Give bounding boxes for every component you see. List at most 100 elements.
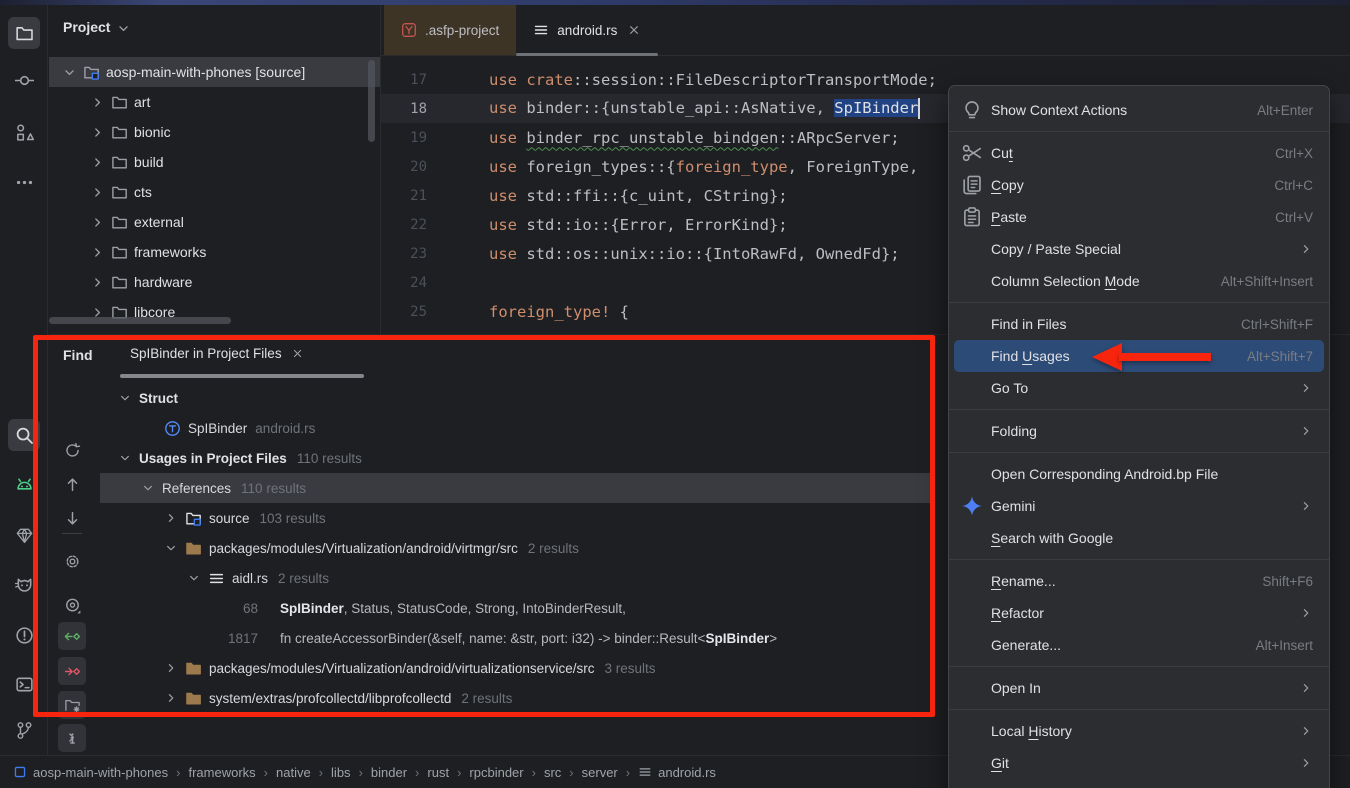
project-panel-header[interactable]: Project — [49, 5, 380, 49]
lightbulb-icon — [961, 101, 983, 119]
logcat-tool-button[interactable] — [8, 469, 40, 501]
menu-item-label: Gemini — [991, 498, 1035, 514]
code-token: foreign_type! — [489, 303, 610, 321]
chevron-right-icon[interactable] — [64, 730, 79, 745]
profiler-tool-button[interactable] — [8, 569, 40, 601]
menu-item-rename[interactable]: Rename...Shift+F6 — [949, 565, 1329, 597]
project-tree-row-cts[interactable]: cts — [49, 177, 380, 207]
code-token: use — [489, 245, 517, 263]
code-token: use — [489, 99, 517, 117]
result-node-label: system/extras/profcollectd/libprofcollec… — [209, 691, 451, 706]
app-quality-insights-tool-button[interactable] — [8, 519, 40, 551]
tab-android-rs[interactable]: android.rs — [516, 5, 658, 55]
breadcrumb-item-rust[interactable]: rust — [427, 765, 449, 780]
problems-tool-button[interactable] — [8, 619, 40, 651]
preview-usages-button[interactable] — [58, 591, 86, 619]
breadcrumb-label: frameworks — [188, 765, 255, 780]
menu-item-generate[interactable]: Generate...Alt+Insert — [949, 629, 1329, 661]
project-vertical-scrollbar[interactable] — [368, 60, 375, 142]
tree-item-label: external — [134, 214, 184, 230]
version-control-tool-button[interactable] — [8, 714, 40, 746]
menu-item-paste[interactable]: PasteCtrl+V — [949, 201, 1329, 233]
menu-item-local-history[interactable]: Local History — [949, 715, 1329, 747]
find-result-row[interactable]: packages/modules/Virtualization/android/… — [100, 533, 935, 563]
next-occurrence-button[interactable] — [58, 504, 86, 532]
folder-icon — [111, 124, 128, 141]
structure-tool-button[interactable] — [8, 116, 40, 148]
breadcrumb-item-frameworks[interactable]: frameworks — [188, 765, 255, 780]
breadcrumb-item-native[interactable]: native — [276, 765, 311, 780]
menu-separator — [949, 131, 1329, 132]
breadcrumb-item-rpcbinder[interactable]: rpcbinder — [469, 765, 523, 780]
menu-item-open-in[interactable]: Open In — [949, 672, 1329, 704]
project-tree-row-art[interactable]: art — [49, 87, 380, 117]
find-result-row[interactable]: Struct — [100, 383, 935, 413]
project-tree-row-aosp-main-with-phones-source[interactable]: aosp-main-with-phones [source] — [49, 57, 380, 87]
close-icon[interactable] — [291, 347, 304, 360]
find-result-row[interactable]: source103 results — [100, 503, 935, 533]
menu-item-go-to[interactable]: Go To — [949, 372, 1329, 404]
commit-tool-button[interactable] — [8, 64, 40, 96]
previous-usage-button[interactable] — [58, 622, 86, 650]
project-tree-row-bionic[interactable]: bionic — [49, 117, 380, 147]
find-results-tab[interactable]: SpIBinder in Project Files — [130, 346, 304, 361]
menu-item-refactor[interactable]: Refactor — [949, 597, 1329, 629]
breadcrumb-item-server[interactable]: server — [582, 765, 618, 780]
menu-item-copy[interactable]: CopyCtrl+C — [949, 169, 1329, 201]
find-result-row[interactable]: References110 results — [100, 473, 935, 503]
breadcrumb-item-src[interactable]: src — [544, 765, 561, 780]
project-tree-row-external[interactable]: external — [49, 207, 380, 237]
menu-item-cut[interactable]: CutCtrl+X — [949, 137, 1329, 169]
menu-item-show-context-actions[interactable]: Show Context ActionsAlt+Enter — [949, 94, 1329, 126]
find-result-row[interactable]: 1817fn createAccessorBinder(&self, name:… — [100, 623, 935, 653]
menu-item-folding[interactable]: Folding — [949, 415, 1329, 447]
code-token: foreign_type — [676, 158, 788, 176]
find-result-row[interactable]: packages/modules/Virtualization/android/… — [100, 653, 935, 683]
settings-button[interactable] — [58, 547, 86, 575]
find-result-row[interactable]: SpIBinder android.rs — [100, 413, 935, 443]
project-tool-button[interactable] — [8, 17, 40, 49]
menu-item-open-corresponding-android-bp-file[interactable]: Open Corresponding Android.bp File — [949, 458, 1329, 490]
open-in-new-tab-button[interactable] — [58, 691, 86, 719]
menu-item-label: Rename... — [991, 573, 1056, 589]
rerun-search-button[interactable] — [58, 436, 86, 464]
menu-shortcut: Alt+Shift+Insert — [1221, 274, 1313, 289]
result-node-label: SpIBinder — [188, 421, 247, 436]
project-horizontal-scrollbar[interactable] — [49, 317, 231, 324]
menu-item-find-usages[interactable]: Find UsagesAlt+Shift+7 — [954, 340, 1324, 372]
submenu-arrow-icon — [1299, 424, 1313, 438]
menu-item-label: Open In — [991, 680, 1041, 696]
breadcrumb-item-binder[interactable]: binder — [371, 765, 407, 780]
terminal-tool-button[interactable] — [8, 668, 40, 700]
project-panel-title: Project — [63, 19, 110, 35]
breadcrumb-item-aosp-main-with-phones[interactable]: aosp-main-with-phones — [13, 765, 168, 780]
menu-item-search-with-google[interactable]: Search with Google — [949, 522, 1329, 554]
find-result-row[interactable]: 68SpIBinder, Status, StatusCode, Strong,… — [100, 593, 935, 623]
tab-asfp-project[interactable]: .asfp-project — [384, 5, 516, 55]
breadcrumb-item-android-rs[interactable]: android.rs — [638, 765, 716, 780]
search-tool-button[interactable] — [8, 419, 40, 451]
find-result-row[interactable]: Usages in Project Files110 results — [100, 443, 935, 473]
result-file-meta: android.rs — [255, 421, 315, 436]
find-toolbar — [49, 381, 96, 755]
menu-separator — [949, 409, 1329, 410]
result-count: 110 results — [297, 451, 362, 466]
menu-item-copy-paste-special[interactable]: Copy / Paste Special — [949, 233, 1329, 265]
next-usage-button[interactable] — [58, 657, 86, 685]
find-result-row[interactable]: aidl.rs2 results — [100, 563, 935, 593]
find-result-row[interactable]: system/extras/profcollectd/libprofcollec… — [100, 683, 935, 713]
previous-occurrence-button[interactable] — [58, 470, 86, 498]
project-tree-row-frameworks[interactable]: frameworks — [49, 237, 380, 267]
project-tree-row-hardware[interactable]: hardware — [49, 267, 380, 297]
project-tree-row-build[interactable]: build — [49, 147, 380, 177]
menu-item-git[interactable]: Git — [949, 747, 1329, 779]
result-count: 110 results — [241, 481, 306, 496]
menu-item-find-in-files[interactable]: Find in FilesCtrl+Shift+F — [949, 308, 1329, 340]
more-tool-windows-button[interactable] — [8, 166, 40, 198]
close-icon[interactable] — [627, 23, 641, 37]
result-count: 2 results — [528, 541, 579, 556]
menu-item-column-selection-mode[interactable]: Column Selection ModeAlt+Shift+Insert — [949, 265, 1329, 297]
breadcrumb-item-libs[interactable]: libs — [331, 765, 351, 780]
menu-item-gemini[interactable]: Gemini — [949, 490, 1329, 522]
usage-line-number: 68 — [210, 601, 258, 616]
